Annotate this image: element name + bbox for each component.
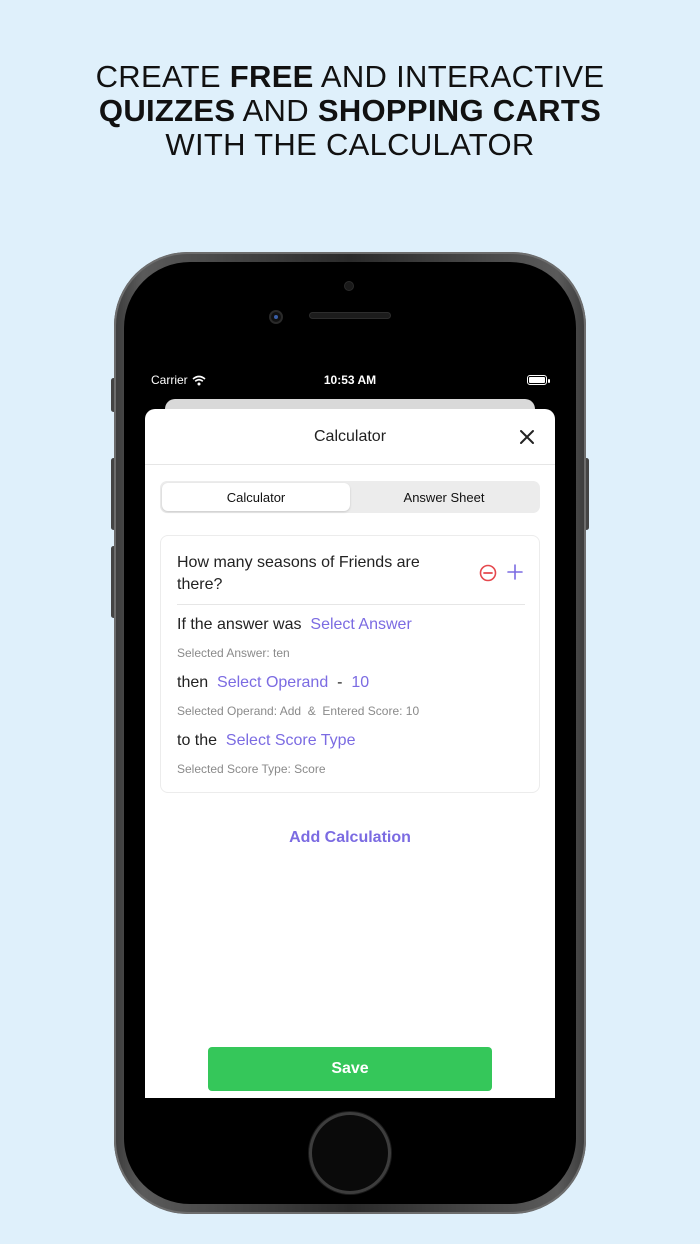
calculation-card: How many seasons of Friends are there? I…	[160, 535, 540, 793]
answer-prefix: If the answer was	[177, 616, 302, 633]
select-answer-link[interactable]: Select Answer	[310, 616, 411, 633]
sheet-title: Calculator	[313, 428, 387, 445]
remove-calculation-icon[interactable]	[479, 564, 497, 582]
status-time: 10:53 AM	[323, 373, 377, 387]
select-operand-link[interactable]: Select Operand	[217, 674, 328, 691]
earpiece-speaker	[309, 312, 391, 319]
score-type-prefix: to the	[177, 732, 218, 749]
score-value-link[interactable]: 10	[351, 674, 369, 691]
selected-score-type-text: Selected Score Type: Score	[177, 762, 326, 776]
card-divider	[177, 604, 525, 605]
operand-prefix: then	[177, 674, 209, 691]
selected-answer-text: Selected Answer: ten	[177, 646, 290, 660]
headline-line-2: QUIZZES AND SHOPPING CARTS	[98, 93, 602, 128]
select-score-type-link[interactable]: Select Score Type	[226, 732, 356, 749]
segmented-control: Calculator Answer Sheet	[160, 481, 540, 513]
tab-calculator[interactable]: Calculator	[162, 483, 350, 511]
proximity-sensor	[344, 281, 354, 291]
status-bar: Carrier 10:53 AM	[145, 366, 555, 394]
answer-row: If the answer was Select Answer	[177, 616, 412, 634]
headline-line-3: WITH THE CALCULATOR	[165, 127, 535, 162]
save-button[interactable]: Save	[208, 1047, 492, 1091]
phone-screen: Carrier 10:53 AM Calculator Calculator A…	[145, 366, 555, 1098]
battery-icon	[527, 375, 550, 385]
tab-answer-sheet[interactable]: Answer Sheet	[350, 483, 538, 511]
home-button[interactable]	[312, 1115, 388, 1191]
sheet-header: Calculator	[145, 409, 555, 465]
headline: CREATE FREE AND INTERACTIVE QUIZZES AND …	[0, 60, 700, 162]
calculator-sheet: Calculator Calculator Answer Sheet How m…	[145, 409, 555, 1098]
front-camera	[269, 310, 283, 324]
add-calculation-button[interactable]: Add Calculation	[145, 829, 555, 847]
question-text: How many seasons of Friends are there?	[177, 554, 420, 593]
close-icon[interactable]	[519, 429, 535, 445]
add-icon[interactable]	[507, 564, 523, 580]
operand-row: then Select Operand - 10	[177, 674, 369, 692]
operand-dash: -	[337, 674, 343, 691]
headline-line-1: CREATE FREE AND INTERACTIVE	[95, 59, 605, 94]
score-type-row: to the Select Score Type	[177, 732, 355, 750]
selected-operand-text: Selected Operand: Add & Entered Score: 1…	[177, 704, 420, 718]
